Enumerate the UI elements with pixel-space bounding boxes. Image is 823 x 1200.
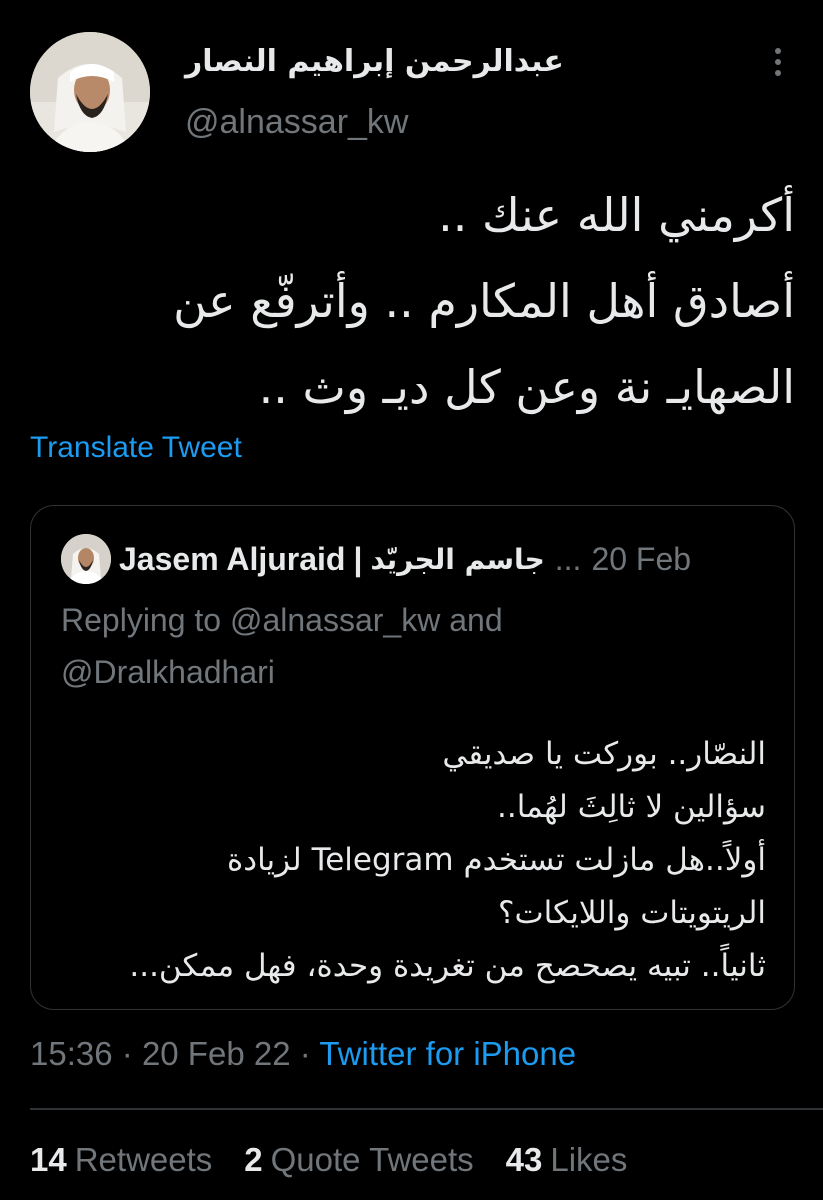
retweets-stat[interactable]: 14 Retweets [30,1138,212,1182]
replying-to-line: Replying to @alnassar_kw and [61,602,503,638]
likes-label: Likes [550,1141,628,1178]
meta-dot: · [299,1035,311,1072]
tweet-source-link[interactable]: Twitter for iPhone [319,1035,576,1072]
tweet-line: أصادق أهل المكارم .. وأترفّع عن [173,274,795,328]
more-options-button[interactable] [760,40,796,84]
avatar-photo-icon [30,32,150,152]
likes-count: 43 [505,1141,543,1178]
tweet-metadata: 15:36 · 20 Feb 22 · Twitter for iPhone [30,1032,576,1076]
quoted-line: النصّار.. بوركت يا صديقي [442,736,766,772]
tweet-text: أكرمني الله عنك .. أصادق أهل المكارم .. … [30,172,795,430]
tweet-line: أكرمني الله عنك .. [438,188,795,242]
quote-tweets-stat[interactable]: 2 Quote Tweets [244,1138,473,1182]
quoted-line: ثانياً.. تبيه يصحصح من تغريدة وحدة، فهل … [129,948,766,984]
quote-tweets-count: 2 [244,1141,263,1178]
tweet-line: الصهايـ نة وعن كل ديـ وث .. [258,360,795,414]
likes-stat[interactable]: 43 Likes [506,1138,628,1182]
quoted-author-name-arabic[interactable]: جاسم الجريّد [370,543,544,576]
meta-dot: · [121,1035,133,1072]
quoted-line: سؤالين لا ثالِثَ لهُما.. [496,789,766,825]
tweet-detail: عبدالرحمن إبراهيم النصار @alnassar_kw أك… [0,0,823,1200]
quoted-header: Jasem Aljuraid | جاسم الجريّد ... 20 Feb [119,536,779,582]
translate-tweet-link[interactable]: Translate Tweet [30,428,242,468]
engagement-stats: 14 Retweets 2 Quote Tweets 43 Likes [30,1138,659,1182]
author-handle[interactable]: @alnassar_kw [185,100,409,144]
replying-to: Replying to @alnassar_kw and @Dralkhadha… [61,594,761,698]
more-vertical-icon [775,48,781,76]
avatar-photo-icon [61,534,111,584]
tweet-time[interactable]: 15:36 [30,1035,113,1072]
quoted-line: أولاً..هل مازلت تستخدم Telegram لزيادة [227,842,766,878]
quoted-tweet-card[interactable]: Jasem Aljuraid | جاسم الجريّد ... 20 Feb… [30,505,795,1010]
quote-tweets-label: Quote Tweets [270,1141,474,1178]
quoted-tweet-text: النصّار.. بوركت يا صديقي سؤالين لا ثالِث… [61,728,766,993]
quoted-author-name[interactable]: Jasem Aljuraid [119,541,345,578]
name-separator: | [353,540,363,577]
retweets-count: 14 [30,1141,67,1178]
retweets-label: Retweets [74,1141,213,1178]
divider [30,1108,823,1110]
quoted-ellipsis: ... [554,540,582,577]
quoted-line: الريتويتات واللايكات؟ [498,895,766,931]
tweet-date[interactable]: 20 Feb 22 [142,1035,291,1072]
replying-to-line: @Dralkhadhari [61,654,275,690]
quoted-author-avatar[interactable] [61,534,111,584]
author-display-name[interactable]: عبدالرحمن إبراهيم النصار [185,40,565,84]
quoted-date: 20 Feb [591,540,692,577]
author-avatar[interactable] [30,32,150,152]
